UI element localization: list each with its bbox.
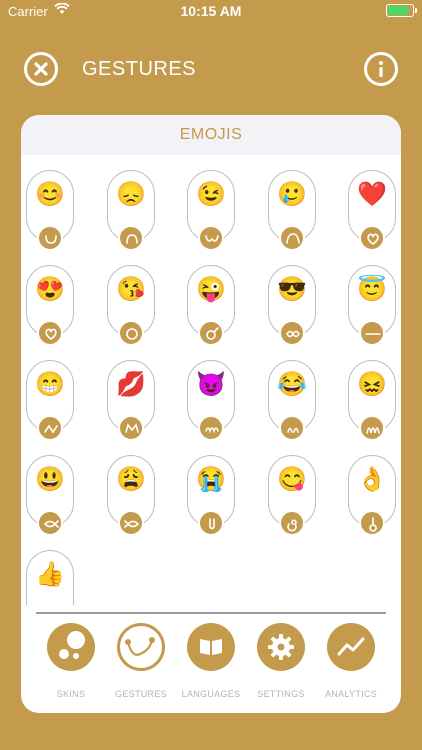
gesture-icon bbox=[279, 320, 305, 346]
gesture-icon bbox=[359, 510, 385, 536]
emoji-gesture-item[interactable]: 🥲 bbox=[268, 170, 316, 251]
gesture-icon bbox=[359, 320, 385, 346]
emoji-gesture-item[interactable]: 😞 bbox=[107, 170, 155, 251]
emoji-glyph: 😍 bbox=[35, 276, 65, 303]
skins-icon bbox=[47, 623, 95, 671]
chart-icon bbox=[327, 623, 375, 671]
emoji-glyph: 😎 bbox=[277, 276, 307, 303]
bottom-nav: SKINS GESTURES LANGUAGES SETTINGS ANALYT… bbox=[21, 623, 401, 713]
emoji-gesture-item[interactable]: 💋 bbox=[107, 360, 155, 441]
emoji-glyph: 👍 bbox=[35, 561, 65, 588]
nav-label: SETTINGS bbox=[257, 689, 305, 699]
emoji-gesture-item[interactable]: 😜 bbox=[187, 265, 235, 346]
gesture-icon bbox=[359, 415, 385, 441]
book-icon bbox=[187, 623, 235, 671]
divider bbox=[36, 612, 386, 614]
emoji-gesture-item[interactable]: 😘 bbox=[107, 265, 155, 346]
emoji-glyph: 😖 bbox=[357, 371, 387, 398]
nav-skins[interactable]: SKINS bbox=[33, 623, 109, 699]
emoji-gesture-item[interactable]: 😖 bbox=[348, 360, 396, 441]
nav-label: GESTURES bbox=[115, 689, 167, 699]
gesture-icon bbox=[198, 320, 224, 346]
emoji-gesture-item[interactable]: 😭 bbox=[187, 455, 235, 536]
info-icon bbox=[379, 61, 383, 77]
emoji-gesture-item[interactable]: 👌 bbox=[348, 455, 396, 536]
emoji-gesture-item[interactable]: 😎 bbox=[268, 265, 316, 346]
gesture-icon bbox=[37, 415, 63, 441]
emoji-glyph: 😩 bbox=[116, 466, 146, 493]
gesture-icon bbox=[118, 415, 144, 441]
emoji-glyph: 😃 bbox=[35, 466, 65, 493]
close-button[interactable] bbox=[24, 52, 58, 86]
info-button[interactable] bbox=[364, 52, 398, 86]
nav-analytics[interactable]: ANALYTICS bbox=[313, 623, 389, 699]
emoji-glyph: 😊 bbox=[35, 181, 65, 208]
nav-label: ANALYTICS bbox=[324, 689, 378, 699]
emoji-glyph: 😂 bbox=[277, 371, 307, 398]
emoji-glyph: 😉 bbox=[196, 181, 226, 208]
gesture-icon bbox=[118, 320, 144, 346]
emoji-gesture-item[interactable]: 😋 bbox=[268, 455, 316, 536]
battery-icon bbox=[386, 4, 417, 17]
gesture-icon bbox=[198, 415, 224, 441]
gesture-icon bbox=[118, 510, 144, 536]
gesture-icon bbox=[37, 510, 63, 536]
nav-settings[interactable]: SETTINGS bbox=[243, 623, 319, 699]
status-bar: Carrier 10:15 AM bbox=[0, 0, 422, 22]
emoji-gesture-item[interactable]: 😁 bbox=[26, 360, 74, 441]
status-time: 10:15 AM bbox=[180, 3, 242, 19]
emoji-gesture-item[interactable]: 👍 bbox=[26, 550, 74, 605]
emoji-glyph: 😁 bbox=[35, 371, 65, 398]
emoji-gesture-item[interactable]: 😃 bbox=[26, 455, 74, 536]
emoji-gesture-item[interactable]: 😩 bbox=[107, 455, 155, 536]
emoji-glyph: 😜 bbox=[196, 276, 226, 303]
gesture-icon bbox=[279, 225, 305, 251]
emoji-glyph: 🥲 bbox=[277, 181, 307, 208]
nav-gestures[interactable]: GESTURES bbox=[103, 623, 179, 699]
nav-label: LANGUAGES bbox=[181, 689, 241, 699]
nav-languages[interactable]: LANGUAGES bbox=[173, 623, 249, 699]
gesture-icon bbox=[279, 510, 305, 536]
gesture-icon bbox=[198, 510, 224, 536]
emoji-glyph: 😋 bbox=[277, 466, 307, 493]
emoji-gesture-item[interactable]: 😉 bbox=[187, 170, 235, 251]
emoji-gesture-item[interactable]: 😂 bbox=[268, 360, 316, 441]
emoji-glyph: 😈 bbox=[196, 371, 226, 398]
emoji-glyph: 💋 bbox=[116, 371, 146, 398]
gestures-icon bbox=[117, 623, 165, 671]
emoji-gesture-item[interactable]: 😈 bbox=[187, 360, 235, 441]
emoji-gesture-item[interactable]: ❤️ bbox=[348, 170, 396, 251]
emoji-gesture-item[interactable]: 😊 bbox=[26, 170, 74, 251]
page-title: GESTURES bbox=[82, 58, 197, 80]
emoji-glyph: 😘 bbox=[116, 276, 146, 303]
gesture-icon bbox=[359, 225, 385, 251]
close-icon bbox=[34, 62, 48, 76]
nav-label: SKINS bbox=[56, 689, 86, 699]
emoji-glyph: 😞 bbox=[116, 181, 146, 208]
emoji-glyph: ❤️ bbox=[357, 181, 387, 208]
emoji-gesture-item[interactable]: 😍 bbox=[26, 265, 74, 346]
emoji-glyph: 👌 bbox=[357, 466, 387, 493]
emoji-glyph: 😭 bbox=[196, 466, 226, 493]
gesture-icon bbox=[37, 320, 63, 346]
emoji-gesture-item[interactable]: 😇 bbox=[348, 265, 396, 346]
emoji-glyph: 😇 bbox=[357, 276, 387, 303]
card-title: EMOJIS bbox=[21, 115, 401, 155]
gesture-icon bbox=[279, 415, 305, 441]
gesture-icon bbox=[118, 225, 144, 251]
gesture-icon bbox=[37, 225, 63, 251]
emoji-gesture-card: EMOJIS 😊 😞 😉 🥲 ❤️ 😍 😘 😜 😎 😇 😁 💋 😈 😂 😖 😃 😩 😭 😋 👌 👍 SKINS GEST… bbox=[21, 115, 401, 713]
gesture-icon bbox=[198, 225, 224, 251]
gear-icon bbox=[257, 623, 305, 671]
